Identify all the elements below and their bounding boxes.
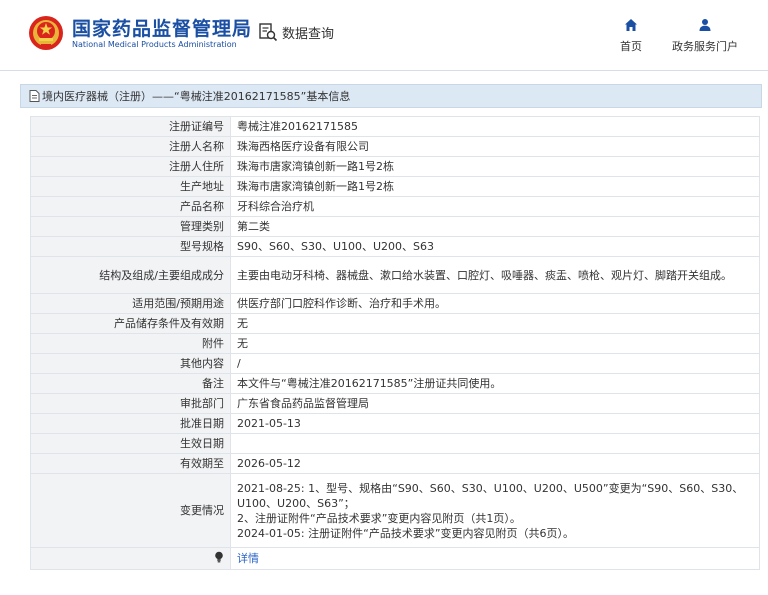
user-icon xyxy=(699,19,711,31)
field-label: 生产地址 xyxy=(30,176,231,197)
field-value: 珠海市唐家湾镇创新一路1号2栋 xyxy=(230,176,760,197)
table-row: 附件无 xyxy=(30,333,760,354)
field-value: 供医疗部门口腔科作诊断、治疗和手术用。 xyxy=(230,293,760,314)
change-history: 2021-08-25: 1、型号、规格由“S90、S60、S30、U100、U2… xyxy=(230,473,760,548)
field-value: 本文件与“粤械注准20162171585”注册证共同使用。 xyxy=(230,373,760,394)
field-label: 其他内容 xyxy=(30,353,231,374)
table-row: 审批部门 广东省食品药品监督管理局 xyxy=(30,393,760,414)
table-row: 批准日期 2021-05-13 xyxy=(30,413,760,434)
table-row-changes: 变更情况 2021-08-25: 1、型号、规格由“S90、S60、S30、U10… xyxy=(30,473,760,548)
table-row: 注册人名称 珠海西格医疗设备有限公司 xyxy=(30,136,760,157)
registration-info-table: 注册证编号 粤械注准20162171585 注册人名称 珠海西格医疗设备有限公司 注册人… xyxy=(30,116,760,570)
nav-gov-label: 政务服务门户 xyxy=(672,40,738,53)
table-row: 适用范围/预期用途 供医疗部门口腔科作诊断、治疗和手术用。 xyxy=(30,293,760,314)
field-label: 注册证编号 xyxy=(30,116,231,137)
table-row: 其他内容 / xyxy=(30,353,760,374)
document-icon xyxy=(29,90,40,102)
table-row: 备注 本文件与“粤械注准20162171585”注册证共同使用。 xyxy=(30,373,760,394)
table-row: 注册人住所 珠海市唐家湾镇创新一路1号2栋 xyxy=(30,156,760,177)
field-value: 牙科综合治疗机 xyxy=(230,196,760,217)
field-label: 变更情况 xyxy=(30,473,231,548)
field-value: 2026-05-12 xyxy=(230,453,760,474)
field-value: 广东省食品药品监督管理局 xyxy=(230,393,760,414)
nav-home-label: 首页 xyxy=(620,40,642,53)
site-title[interactable]: 国家药品监督管理局 xyxy=(72,14,252,41)
field-value: S90、S60、S30、U100、U200、S63 xyxy=(230,236,760,257)
field-value: 无 xyxy=(230,333,760,354)
table-row: 有效期至 2026-05-12 xyxy=(30,453,760,474)
nav-home[interactable]: 首页 xyxy=(620,18,642,54)
change-line: 2021-08-25: 1、型号、规格由“S90、S60、S30、U100、U2… xyxy=(237,481,744,510)
breadcrumb-text: 境内医疗器械（注册）——“粤械注准20162171585”基本信息 xyxy=(42,90,351,103)
detail-link[interactable]: 详情 xyxy=(237,552,259,565)
national-emblem-icon xyxy=(29,16,63,50)
nav-gov-service-portal[interactable]: 政务服务门户 xyxy=(672,18,738,54)
field-value: 珠海西格医疗设备有限公司 xyxy=(230,136,760,157)
table-row: 产品名称 牙科综合治疗机 xyxy=(30,196,760,217)
field-value: 主要由电动牙科椅、器械盘、漱口给水装置、口腔灯、吸唾器、痰盂、喷枪、观片灯、脚踏… xyxy=(230,256,760,294)
change-line: 2、注册证附件“产品技术要求”变更内容见附页（共1页）。 xyxy=(237,511,521,525)
detail-icon-cell xyxy=(30,547,231,570)
change-line: 2024-01-05: 注册证附件“产品技术要求”变更内容见附页（共6页）。 xyxy=(237,526,575,540)
table-row: 生效日期 xyxy=(30,433,760,454)
table-row: 型号规格 S90、S60、S30、U100、U200、S63 xyxy=(30,236,760,257)
detail-section: 境内医疗器械（注册）——“粤械注准20162171585”基本信息 xyxy=(20,84,762,108)
table-row: 注册证编号 粤械注准20162171585 xyxy=(30,116,760,137)
field-label: 审批部门 xyxy=(30,393,231,414)
field-value: 粤械注准20162171585 xyxy=(230,116,760,137)
field-label: 批准日期 xyxy=(30,413,231,434)
site-header: 国家药品监督管理局 National Medical Products Admi… xyxy=(0,0,768,71)
detail-cell: 详情 xyxy=(230,547,760,570)
data-query-icon xyxy=(259,23,278,42)
field-label: 有效期至 xyxy=(30,453,231,474)
field-label: 注册人名称 xyxy=(30,136,231,157)
field-value: 珠海市唐家湾镇创新一路1号2栋 xyxy=(230,156,760,177)
field-label: 备注 xyxy=(30,373,231,394)
breadcrumb: 境内医疗器械（注册）——“粤械注准20162171585”基本信息 xyxy=(21,85,761,108)
field-label: 注册人住所 xyxy=(30,156,231,177)
field-label: 适用范围/预期用途 xyxy=(30,293,231,314)
field-value: / xyxy=(230,353,760,374)
field-label: 型号规格 xyxy=(30,236,231,257)
site-subtitle: National Medical Products Administration xyxy=(72,40,237,49)
home-icon xyxy=(625,19,637,31)
data-query-label: 数据查询 xyxy=(282,26,335,42)
data-query-link[interactable]: 数据查询 xyxy=(258,22,334,42)
field-label: 生效日期 xyxy=(30,433,231,454)
field-label: 产品名称 xyxy=(30,196,231,217)
field-label: 附件 xyxy=(30,333,231,354)
field-value xyxy=(230,433,760,454)
field-value: 第二类 xyxy=(230,216,760,237)
field-value: 2021-05-13 xyxy=(230,413,760,434)
table-row: 管理类别 第二类 xyxy=(30,216,760,237)
field-label: 结构及组成/主要组成成分 xyxy=(30,256,231,294)
field-value: 无 xyxy=(230,313,760,334)
field-label: 产品储存条件及有效期 xyxy=(30,313,231,334)
table-row: 结构及组成/主要组成成分 主要由电动牙科椅、器械盘、漱口给水装置、口腔灯、吸唾器、… xyxy=(30,256,760,294)
table-row: 产品储存条件及有效期无 xyxy=(30,313,760,334)
table-row-detail: 详情 xyxy=(30,547,760,570)
bulb-icon xyxy=(215,551,223,562)
table-row: 生产地址 珠海市唐家湾镇创新一路1号2栋 xyxy=(30,176,760,197)
field-label: 管理类别 xyxy=(30,216,231,237)
